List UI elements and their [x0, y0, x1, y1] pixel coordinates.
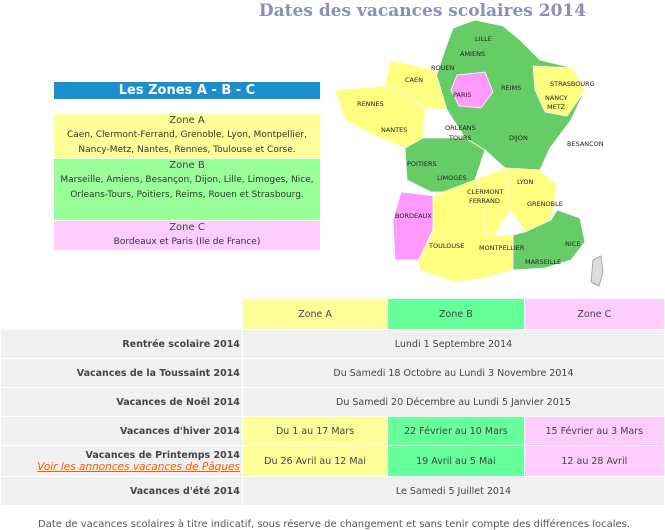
- row-label-ete: Vacances d'été 2014: [0, 476, 243, 506]
- zone-a-cities: Caen, Clermont-Ferrand, Grenoble, Lyon, …: [67, 130, 307, 155]
- map-label-reims: REIMS: [501, 84, 522, 92]
- map-label-orleans: ORLEANS: [445, 124, 476, 132]
- zone-c-box: Zone C Bordeaux et Paris (Ile de France): [54, 221, 320, 250]
- paques-announcements-link[interactable]: Voir les annonces vacances de Pâques: [1, 461, 240, 473]
- zone-a-box: Zone A Caen, Clermont-Ferrand, Grenoble,…: [54, 114, 320, 158]
- row-label-noel: Vacances de Noël 2014: [0, 387, 243, 417]
- zones-header: Les Zones A - B - C: [54, 82, 320, 99]
- zone-c-cities: Bordeaux et Paris (Ile de France): [113, 237, 261, 247]
- row-value-printemps-zone-b: 19 Avril au 5 Mai: [387, 445, 525, 477]
- map-label-clermont: CLERMONT: [467, 188, 504, 196]
- map-label-montpellier: MONTPELLIER: [479, 244, 525, 252]
- map-label-lyon: LYON: [517, 178, 534, 186]
- table-header-row: Zone A Zone B Zone C: [0, 298, 665, 330]
- map-label-caen: CAEN: [405, 76, 423, 84]
- row-value-printemps-zone-a: Du 26 Avril au 12 Mai: [241, 445, 389, 477]
- france-zones-map: LILLE AMIENS ROUEN CAEN PARIS REIMS STRA…: [335, 20, 615, 288]
- row-label-printemps-text: Vacances de Printemps 2014: [85, 449, 240, 461]
- header-zone-a: Zone A: [241, 298, 389, 330]
- table-row: Vacances d'hiver 2014 Du 1 au 17 Mars 22…: [0, 416, 665, 446]
- row-value-hiver-zone-b: 22 Février au 10 Mars: [387, 416, 525, 446]
- map-label-tours: TOURS: [449, 134, 472, 142]
- map-label-dijon: DIJON: [509, 134, 528, 142]
- map-label-ferrand: FERRAND: [469, 197, 500, 205]
- row-value-toussaint: Du Samedi 18 Octobre au Lundi 3 Novembre…: [241, 358, 665, 388]
- map-label-poitiers: POITIERS: [407, 160, 437, 168]
- row-label-printemps: Vacances de Printemps 2014 Voir les anno…: [0, 445, 243, 477]
- map-label-bordeaux: BORDEAUX: [395, 212, 432, 220]
- map-label-nice: NICE: [565, 240, 581, 248]
- zone-b-cities: Marseille, Amiens, Besançon, Dijon, Lill…: [60, 175, 314, 200]
- zone-a-name: Zone A: [169, 115, 205, 126]
- page-title: Dates des vacances scolaires 2014: [258, 1, 587, 21]
- map-label-rennes: RENNES: [357, 100, 384, 108]
- row-value-ete: Le Samedi 5 Juillet 2014: [241, 476, 665, 506]
- row-label-rentree: Rentrée scolaire 2014: [0, 329, 243, 359]
- map-label-strasbourg: STRASBOURG: [550, 80, 595, 88]
- map-label-marseille: MARSEILLE: [525, 258, 562, 266]
- zone-b-name: Zone B: [169, 160, 205, 171]
- map-label-nancy: NANCY: [545, 94, 568, 102]
- map-region-corsica: [590, 255, 604, 287]
- table-row: Vacances de Printemps 2014 Voir les anno…: [0, 445, 665, 477]
- map-label-limoges: LIMOGES: [437, 174, 467, 182]
- row-value-hiver-zone-a: Du 1 au 17 Mars: [241, 416, 389, 446]
- map-label-lille: LILLE: [475, 35, 492, 43]
- map-label-metz: METZ: [547, 103, 566, 111]
- row-value-hiver-zone-c: 15 Février au 3 Mars: [523, 416, 665, 446]
- map-label-paris: PARIS: [453, 91, 472, 99]
- table-corner: [0, 298, 243, 330]
- zone-b-box: Zone B Marseille, Amiens, Besançon, Dijo…: [54, 159, 320, 220]
- header-zone-b: Zone B: [387, 298, 525, 330]
- table-row: Vacances de la Toussaint 2014 Du Samedi …: [0, 358, 665, 388]
- map-label-amiens: AMIENS: [460, 50, 486, 58]
- table-row: Vacances de Noël 2014 Du Samedi 20 Décem…: [0, 387, 665, 417]
- footnote: Date de vacances scolaires à titre indic…: [38, 519, 631, 530]
- map-label-toulouse: TOULOUSE: [429, 242, 465, 250]
- map-label-grenoble: GRENOBLE: [527, 200, 563, 208]
- map-label-besancon: BESANCON: [567, 140, 604, 148]
- row-value-rentree: Lundi 1 Septembre 2014: [241, 329, 665, 359]
- map-label-rouen: ROUEN: [431, 64, 455, 72]
- row-label-hiver: Vacances d'hiver 2014: [0, 416, 243, 446]
- table-row: Vacances d'été 2014 Le Samedi 5 Juillet …: [0, 476, 665, 506]
- row-label-toussaint: Vacances de la Toussaint 2014: [0, 358, 243, 388]
- holidays-table: Zone A Zone B Zone C Rentrée scolaire 20…: [0, 298, 665, 506]
- table-row: Rentrée scolaire 2014 Lundi 1 Septembre …: [0, 329, 665, 359]
- row-value-noel: Du Samedi 20 Décembre au Lundi 5 Janvier…: [241, 387, 665, 417]
- header-zone-c: Zone C: [523, 298, 665, 330]
- map-label-nantes: NANTES: [381, 126, 408, 134]
- zone-c-name: Zone C: [169, 222, 205, 233]
- row-value-printemps-zone-c: 12 au 28 Avril: [523, 445, 665, 477]
